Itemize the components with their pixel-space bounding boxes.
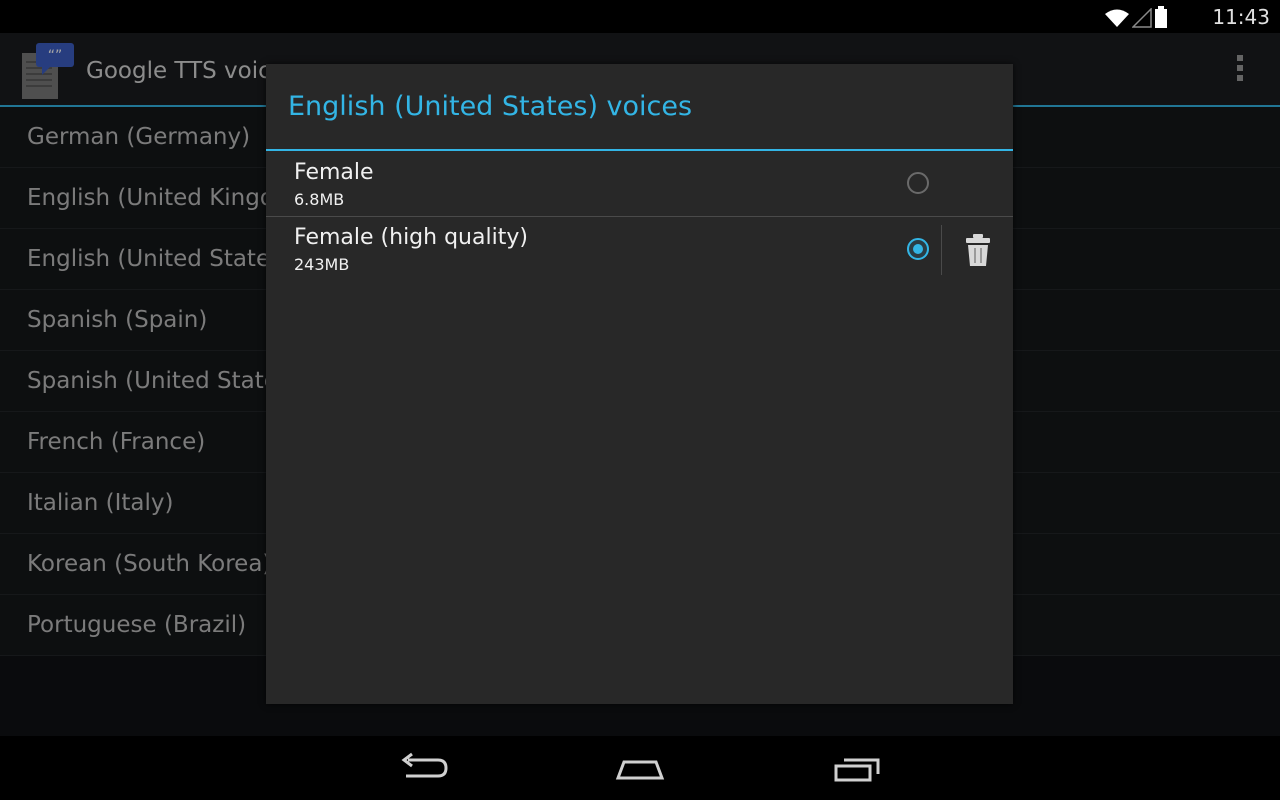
recent-apps-icon[interactable] <box>828 750 888 786</box>
dialog-title: English (United States) voices <box>288 91 693 122</box>
voice-row-female[interactable]: Female 6.8MB <box>266 152 1013 217</box>
status-clock: 11:43 <box>1212 5 1270 29</box>
home-icon[interactable] <box>610 750 670 786</box>
signal-icon <box>1132 8 1152 28</box>
voice-row-female-high-quality[interactable]: Female (high quality) 243MB <box>266 217 1013 281</box>
trash-icon[interactable] <box>963 233 993 267</box>
voice-radio-button-selected[interactable] <box>907 238 929 260</box>
battery-icon <box>1155 6 1167 28</box>
voices-dialog: English (United States) voices Female 6.… <box>266 64 1013 704</box>
radio-selected-dot <box>913 244 923 254</box>
voice-name: Female <box>294 160 374 185</box>
navigation-bar <box>0 736 1280 800</box>
status-bar: 11:43 <box>0 0 1280 33</box>
screen: 11:43 “” Google TTS voices German (Germa… <box>0 0 1280 800</box>
back-icon[interactable] <box>394 750 454 786</box>
dialog-divider <box>266 149 1013 151</box>
wifi-icon <box>1105 9 1129 27</box>
voice-size: 6.8MB <box>294 190 345 209</box>
status-icons <box>1104 6 1168 28</box>
row-divider <box>941 225 942 275</box>
voice-name: Female (high quality) <box>294 225 528 250</box>
voice-radio-button[interactable] <box>907 172 929 194</box>
voice-size: 243MB <box>294 255 350 274</box>
